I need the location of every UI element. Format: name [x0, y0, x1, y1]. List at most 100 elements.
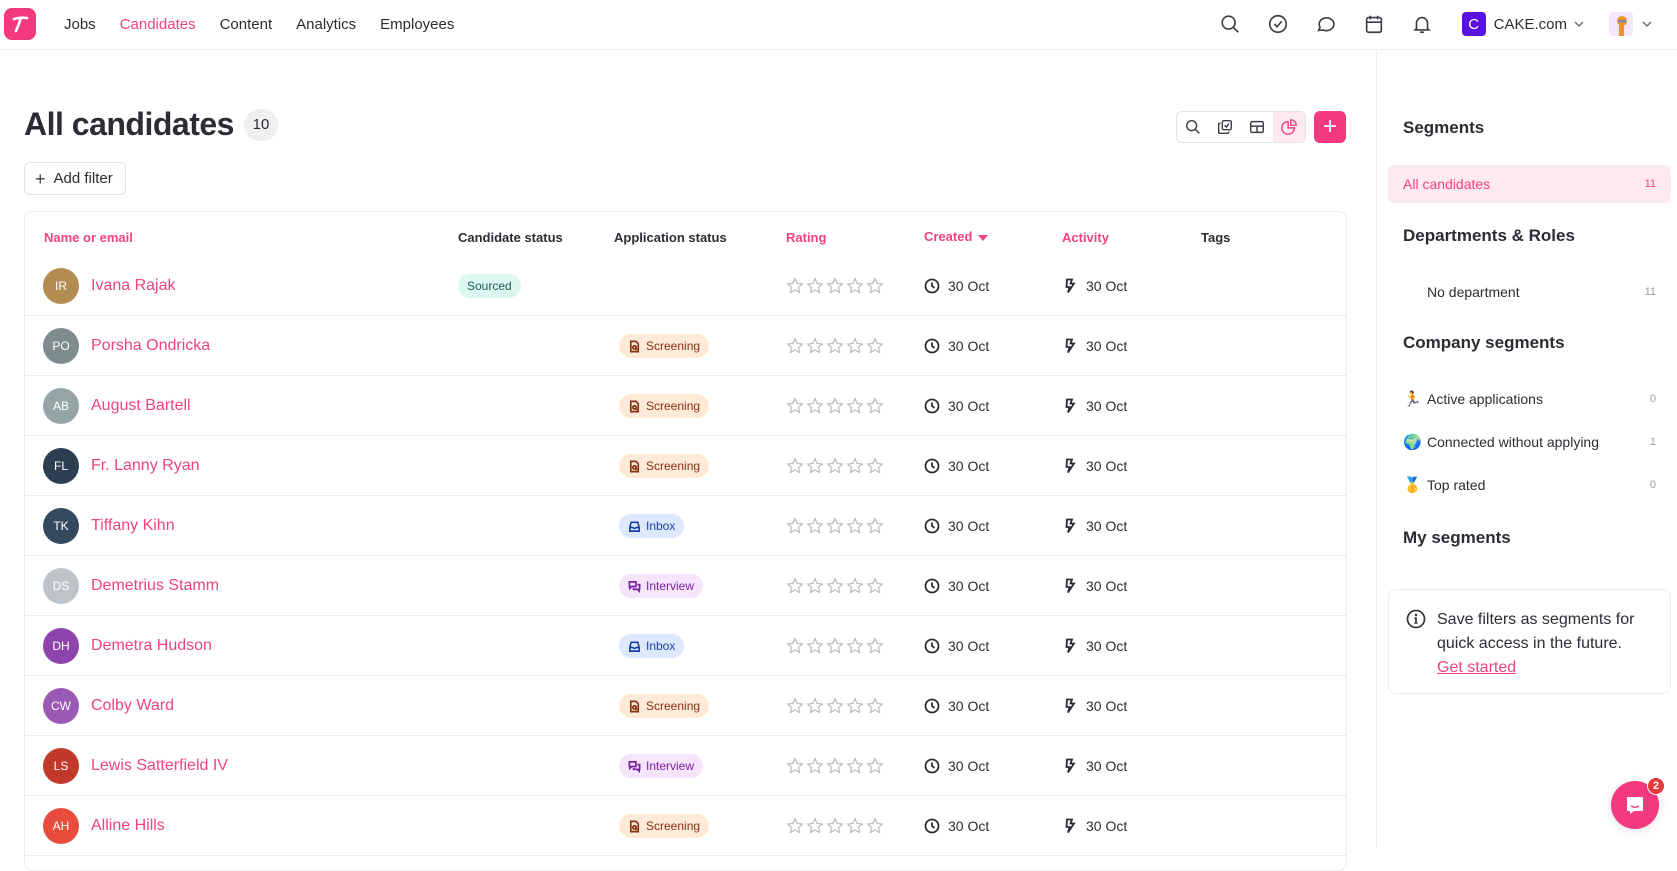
star-icon[interactable] — [806, 517, 824, 535]
get-started-link[interactable]: Get started — [1437, 659, 1516, 676]
star-rating[interactable] — [786, 397, 884, 415]
star-icon[interactable] — [846, 757, 864, 775]
column-header-rating[interactable]: Rating — [786, 230, 826, 245]
table-row[interactable]: CW Colby Ward Screening 30 Oct 30 Oct — [25, 676, 1346, 736]
chat-bubble-icon[interactable] — [1314, 12, 1338, 36]
star-icon[interactable] — [826, 637, 844, 655]
star-icon[interactable] — [786, 457, 804, 475]
nav-content[interactable]: Content — [220, 16, 273, 33]
candidate-name[interactable]: Demetrius Stamm — [91, 577, 219, 595]
star-icon[interactable] — [806, 757, 824, 775]
user-menu[interactable] — [1609, 12, 1653, 36]
segment-no-department[interactable]: No department 11 — [1388, 273, 1671, 311]
star-icon[interactable] — [806, 697, 824, 715]
star-icon[interactable] — [786, 757, 804, 775]
candidate-name[interactable]: Demetra Hudson — [91, 637, 212, 655]
star-icon[interactable] — [806, 397, 824, 415]
column-header-application-status[interactable]: Application status — [614, 230, 727, 245]
table-row[interactable]: DH Demetra Hudson Inbox 30 Oct 30 Oct — [25, 616, 1346, 676]
star-icon[interactable] — [806, 577, 824, 595]
segment-connected-without-applying[interactable]: 🌍 Connected without applying 1 — [1388, 423, 1671, 461]
star-icon[interactable] — [826, 817, 844, 835]
star-rating[interactable] — [786, 517, 884, 535]
column-header-activity[interactable]: Activity — [1062, 230, 1109, 245]
nav-jobs[interactable]: Jobs — [64, 16, 96, 33]
table-row[interactable]: TK Tiffany Kihn Inbox 30 Oct 30 Oct — [25, 496, 1346, 556]
star-icon[interactable] — [826, 697, 844, 715]
star-icon[interactable] — [846, 457, 864, 475]
segment-active-applications[interactable]: 🏃 Active applications 0 — [1388, 380, 1671, 418]
candidate-name[interactable]: Porsha Ondricka — [91, 337, 210, 355]
candidate-name[interactable]: Ivana Rajak — [91, 277, 176, 295]
check-circle-icon[interactable] — [1266, 12, 1290, 36]
star-icon[interactable] — [846, 517, 864, 535]
table-row[interactable]: LS Lewis Satterfield IV Interview 30 Oct 30 … — [25, 736, 1346, 796]
star-icon[interactable] — [826, 457, 844, 475]
table-row[interactable]: FL Fr. Lanny Ryan Screening 30 Oct 30 Oct — [25, 436, 1346, 496]
star-icon[interactable] — [826, 397, 844, 415]
star-rating[interactable] — [786, 577, 884, 595]
star-icon[interactable] — [786, 817, 804, 835]
star-icon[interactable] — [786, 577, 804, 595]
bulk-select-button[interactable] — [1209, 112, 1241, 142]
star-icon[interactable] — [866, 817, 884, 835]
star-icon[interactable] — [846, 577, 864, 595]
star-icon[interactable] — [806, 457, 824, 475]
star-icon[interactable] — [826, 277, 844, 295]
candidate-name[interactable]: Lewis Satterfield IV — [91, 757, 228, 775]
star-rating[interactable] — [786, 637, 884, 655]
bell-icon[interactable] — [1410, 12, 1434, 36]
candidate-name[interactable]: Colby Ward — [91, 697, 174, 715]
star-icon[interactable] — [866, 637, 884, 655]
nav-analytics[interactable]: Analytics — [296, 16, 356, 33]
star-icon[interactable] — [806, 337, 824, 355]
candidate-name[interactable]: August Bartell — [91, 397, 191, 415]
column-header-tags[interactable]: Tags — [1201, 230, 1230, 245]
star-icon[interactable] — [866, 517, 884, 535]
star-icon[interactable] — [866, 697, 884, 715]
star-icon[interactable] — [846, 397, 864, 415]
table-row[interactable]: AB August Bartell Screening 30 Oct 30 Oct — [25, 376, 1346, 436]
app-logo[interactable] — [4, 8, 36, 40]
table-view-button[interactable] — [1241, 112, 1273, 142]
star-icon[interactable] — [786, 337, 804, 355]
table-row[interactable]: DS Demetrius Stamm Interview 30 Oct 30 Oct — [25, 556, 1346, 616]
search-icon[interactable] — [1218, 12, 1242, 36]
star-icon[interactable] — [846, 697, 864, 715]
search-view-button[interactable] — [1177, 112, 1209, 142]
star-icon[interactable] — [846, 817, 864, 835]
star-rating[interactable] — [786, 817, 884, 835]
star-icon[interactable] — [786, 637, 804, 655]
star-icon[interactable] — [826, 517, 844, 535]
column-header-created[interactable]: Created — [924, 229, 989, 244]
candidate-name[interactable]: Fr. Lanny Ryan — [91, 457, 200, 475]
star-rating[interactable] — [786, 697, 884, 715]
nav-candidates[interactable]: Candidates — [120, 16, 196, 33]
star-rating[interactable] — [786, 337, 884, 355]
table-row[interactable]: AH Alline Hills Screening 30 Oct 30 Oct — [25, 796, 1346, 856]
chart-view-button[interactable] — [1273, 112, 1305, 142]
star-icon[interactable] — [866, 457, 884, 475]
segment-all-candidates[interactable]: All candidates 11 — [1388, 165, 1671, 203]
star-icon[interactable] — [806, 277, 824, 295]
column-header-candidate-status[interactable]: Candidate status — [458, 230, 563, 245]
table-row[interactable]: IR Ivana Rajak Sourced 30 Oct 30 Oct — [25, 256, 1346, 316]
star-icon[interactable] — [866, 277, 884, 295]
star-icon[interactable] — [806, 637, 824, 655]
star-icon[interactable] — [846, 277, 864, 295]
company-switcher[interactable]: C CAKE.com — [1461, 12, 1585, 36]
star-rating[interactable] — [786, 277, 884, 295]
star-rating[interactable] — [786, 457, 884, 475]
star-icon[interactable] — [846, 337, 864, 355]
star-icon[interactable] — [786, 697, 804, 715]
star-icon[interactable] — [826, 337, 844, 355]
star-icon[interactable] — [826, 757, 844, 775]
star-icon[interactable] — [806, 817, 824, 835]
star-rating[interactable] — [786, 757, 884, 775]
column-header-name[interactable]: Name or email — [44, 230, 133, 245]
candidate-name[interactable]: Alline Hills — [91, 817, 165, 835]
add-filter-button[interactable]: + Add filter — [24, 162, 126, 195]
star-icon[interactable] — [786, 517, 804, 535]
star-icon[interactable] — [786, 397, 804, 415]
star-icon[interactable] — [866, 757, 884, 775]
